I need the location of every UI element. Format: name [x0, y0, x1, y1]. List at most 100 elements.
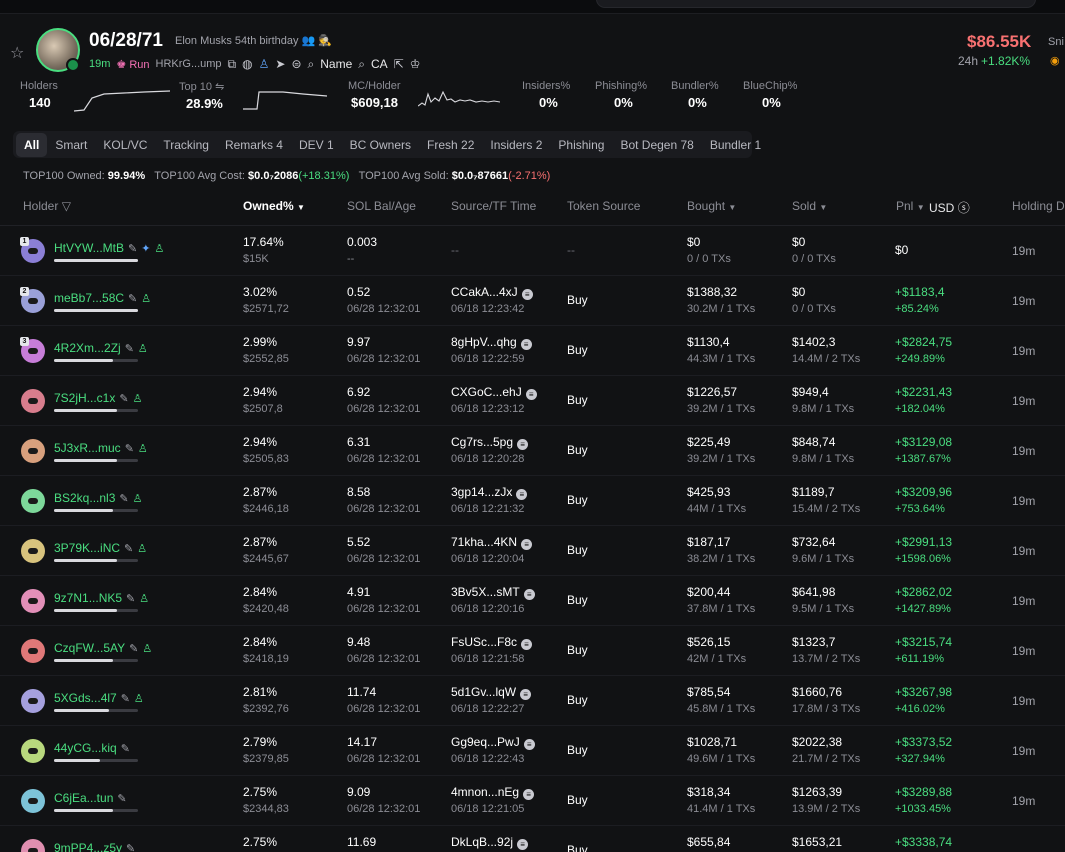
run-badge[interactable]: ♚ Run: [116, 58, 149, 71]
user-icon[interactable]: ♙: [142, 643, 152, 655]
search-ca-link[interactable]: CA: [371, 57, 388, 71]
edit-icon[interactable]: ✎: [121, 693, 130, 705]
edit-icon[interactable]: ✎: [121, 743, 130, 755]
coin-icon[interactable]: ⊜: [291, 57, 301, 71]
col-holding-duration[interactable]: Holding Du: [1012, 199, 1065, 213]
edit-icon[interactable]: ✎: [124, 543, 133, 555]
source-wallet[interactable]: 3gp14...zJx ≡: [451, 485, 528, 500]
holder-address[interactable]: 3P79K...iNC ✎ ♙: [54, 541, 147, 555]
edit-icon[interactable]: ✎: [126, 593, 135, 605]
table-row[interactable]: 5XGds...4l7 ✎ ♙ 2.81% $2392,76 11.74 06/28…: [0, 676, 1065, 726]
source-wallet[interactable]: CCakA...4xJ ≡: [451, 285, 533, 300]
tab-tracking[interactable]: Tracking: [155, 133, 217, 157]
edit-icon[interactable]: ✎: [128, 293, 137, 305]
holder-address[interactable]: C6jEa...tun ✎: [54, 791, 127, 805]
tab-kol-vc[interactable]: KOL/VC: [95, 133, 155, 157]
holder-address[interactable]: 9mPP4...z5y ✎: [54, 841, 135, 852]
tab-fresh[interactable]: Fresh 22: [419, 133, 482, 157]
col-source[interactable]: Source/TF Time: [451, 199, 536, 213]
user-icon[interactable]: ♙: [137, 543, 147, 555]
search-name-link[interactable]: Name: [320, 57, 352, 71]
table-row[interactable]: C6jEa...tun ✎ 2.75% $2344,83 9.09 06/28 1…: [0, 776, 1065, 826]
source-wallet[interactable]: 8gHpV...qhg ≡: [451, 335, 532, 350]
user-icon[interactable]: ♙: [259, 57, 270, 71]
source-wallet[interactable]: Gg9eq...PwJ ≡: [451, 735, 535, 750]
crown-outline-icon[interactable]: ♔: [410, 57, 421, 71]
user-icon[interactable]: ♙: [138, 443, 148, 455]
tab-dev[interactable]: DEV 1: [291, 133, 342, 157]
table-row[interactable]: 7S2jH...c1x ✎ ♙ 2.94% $2507,8 6.92 06/28 1…: [0, 376, 1065, 426]
col-sold[interactable]: Sold ▼: [792, 199, 827, 213]
edit-icon[interactable]: ✎: [119, 493, 128, 505]
user-icon[interactable]: ♙: [139, 593, 149, 605]
table-row[interactable]: 3 4R2Xm...2Zj ✎ ♙ 2.99% $2552,85 9.97 06/2…: [0, 326, 1065, 376]
source-wallet[interactable]: 4mnon...nEg ≡: [451, 785, 535, 800]
source-wallet[interactable]: FsUSc...F8c ≡: [451, 635, 533, 650]
edit-icon[interactable]: ✎: [128, 243, 137, 255]
user-icon[interactable]: ♙: [154, 243, 164, 255]
tab-bundler[interactable]: Bundler 1: [702, 133, 769, 157]
token-address[interactable]: HRKrG...ump: [156, 58, 222, 70]
external-link-icon[interactable]: ⇱: [394, 57, 404, 71]
filter-icon[interactable]: ▽: [62, 199, 71, 213]
col-owned[interactable]: Owned% ▼: [243, 199, 305, 213]
holder-address[interactable]: BS2kq...nl3 ✎ ♙: [54, 491, 142, 505]
telegram-icon[interactable]: ➤: [275, 57, 285, 71]
tab-all[interactable]: All: [16, 132, 48, 157]
source-wallet[interactable]: 3Bv5X...sMT ≡: [451, 585, 535, 600]
dev-icon[interactable]: ✦: [141, 243, 150, 255]
table-row[interactable]: BS2kq...nl3 ✎ ♙ 2.87% $2446,18 8.58 06/28 …: [0, 476, 1065, 526]
edit-icon[interactable]: ✎: [129, 643, 138, 655]
sniper-label[interactable]: Sni: [1048, 36, 1064, 48]
search-name-icon[interactable]: ⌕: [308, 57, 315, 72]
global-search-bar[interactable]: [596, 0, 1036, 8]
col-bought[interactable]: Bought ▼: [687, 199, 736, 213]
holder-address[interactable]: 7S2jH...c1x ✎ ♙: [54, 391, 142, 405]
edit-icon[interactable]: ✎: [119, 393, 128, 405]
edit-icon[interactable]: ✎: [125, 443, 134, 455]
edit-icon[interactable]: ✎: [117, 793, 126, 805]
tab-smart[interactable]: Smart: [47, 133, 95, 157]
table-row[interactable]: 3P79K...iNC ✎ ♙ 2.87% $2445,67 5.52 06/28 …: [0, 526, 1065, 576]
source-wallet[interactable]: Cg7rs...5pg ≡: [451, 435, 529, 450]
col-pnl[interactable]: Pnl ▼: [896, 199, 925, 213]
edit-icon[interactable]: ✎: [125, 343, 134, 355]
holder-address[interactable]: 44yCG...kiq ✎: [54, 741, 130, 755]
tab-insiders[interactable]: Insiders 2: [482, 133, 550, 157]
tab-bot-degen[interactable]: Bot Degen 78: [612, 133, 701, 157]
col-sol-bal[interactable]: SOL Bal/Age: [347, 199, 416, 213]
table-row[interactable]: 9z7N1...NK5 ✎ ♙ 2.84% $2420,48 4.91 06/28 …: [0, 576, 1065, 626]
edit-icon[interactable]: ✎: [126, 843, 135, 852]
source-wallet[interactable]: 71kha...4KN ≡: [451, 535, 533, 550]
col-token-source[interactable]: Token Source: [567, 199, 640, 213]
source-wallet[interactable]: 5d1Gv...lqW ≡: [451, 685, 532, 700]
globe-icon[interactable]: ◍: [242, 57, 252, 71]
user-icon[interactable]: ♙: [141, 293, 151, 305]
holder-address[interactable]: 5XGds...4l7 ✎ ♙: [54, 691, 144, 705]
search-ca-icon[interactable]: ⌕: [358, 57, 365, 72]
copy-icon[interactable]: ⧉: [228, 57, 237, 72]
user-icon[interactable]: ♙: [133, 493, 143, 505]
holder-address[interactable]: 4R2Xm...2Zj ✎ ♙: [54, 341, 148, 355]
user-icon[interactable]: ♙: [138, 343, 148, 355]
col-holder[interactable]: Holder ▽: [23, 199, 71, 213]
user-icon[interactable]: ♙: [134, 693, 144, 705]
holder-address[interactable]: 5J3xR...muc ✎ ♙: [54, 441, 148, 455]
table-row[interactable]: 5J3xR...muc ✎ ♙ 2.94% $2505,83 6.31 06/28 …: [0, 426, 1065, 476]
favorite-star-icon[interactable]: ☆: [10, 43, 24, 63]
holder-address[interactable]: 9z7N1...NK5 ✎ ♙: [54, 591, 149, 605]
holder-address[interactable]: CzqFW...5AY ✎ ♙: [54, 641, 152, 655]
table-row[interactable]: 9mPP4...z5y ✎ 2.75% 11.69 DkLqB...92j ≡ Bu…: [0, 826, 1065, 852]
holder-address[interactable]: HtVYW...MtB ✎ ✦ ♙: [54, 241, 164, 255]
table-row[interactable]: 1 HtVYW...MtB ✎ ✦ ♙ 17.64% $15K 0.003 -- --…: [0, 226, 1065, 276]
source-wallet[interactable]: CXGoC...ehJ ≡: [451, 385, 537, 400]
tab-remarks[interactable]: Remarks 4: [217, 133, 291, 157]
tab-bc-owners[interactable]: BC Owners: [342, 133, 419, 157]
top10-filter-icon[interactable]: ⇋: [215, 81, 224, 93]
source-wallet[interactable]: DkLqB...92j ≡: [451, 835, 529, 850]
user-icon[interactable]: ♙: [133, 393, 143, 405]
tab-phishing[interactable]: Phishing: [550, 133, 612, 157]
holder-address[interactable]: meBb7...58C ✎ ♙: [54, 291, 151, 305]
table-row[interactable]: 44yCG...kiq ✎ 2.79% $2379,85 14.17 06/28 …: [0, 726, 1065, 776]
table-row[interactable]: CzqFW...5AY ✎ ♙ 2.84% $2418,19 9.48 06/28 …: [0, 626, 1065, 676]
